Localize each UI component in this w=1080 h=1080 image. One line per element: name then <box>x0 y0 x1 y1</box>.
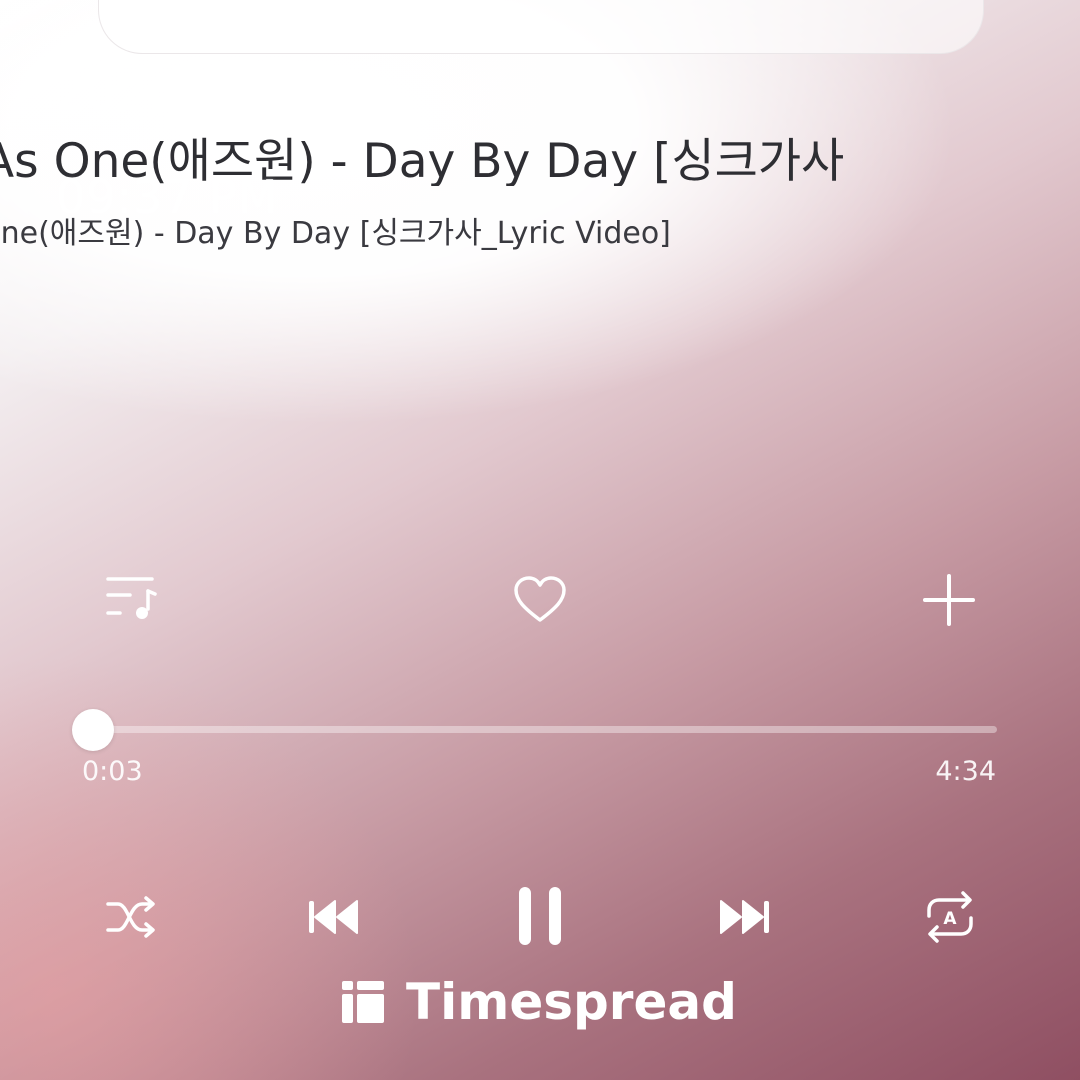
brand-name: Timespread <box>406 973 737 1031</box>
player-screen: As One(애즈원) - Day By Day [싱크가사 One(애즈원) … <box>0 0 1080 1080</box>
repeat-a-icon: A <box>927 891 973 943</box>
timestamp-date: 2026-06-15 <box>56 66 334 120</box>
timespread-logo-icon <box>342 981 384 1023</box>
plus-icon <box>923 574 975 626</box>
total-time: 4:34 <box>935 756 996 787</box>
svg-text:A: A <box>943 909 957 929</box>
like-button[interactable] <box>510 572 570 628</box>
skip-previous-icon <box>309 900 358 934</box>
progress-bar[interactable] <box>93 726 997 733</box>
timestamp-time: 09:37 PM <box>56 170 279 224</box>
pause-button[interactable] <box>508 880 572 952</box>
top-card <box>98 0 984 54</box>
progress-thumb[interactable] <box>72 709 114 751</box>
previous-button[interactable] <box>304 892 362 942</box>
next-button[interactable] <box>716 892 774 942</box>
brand-watermark: Timespread <box>340 972 737 1032</box>
current-time: 0:03 <box>82 756 143 787</box>
shuffle-icon <box>106 896 155 938</box>
skip-next-icon <box>720 900 769 934</box>
lyrics-button[interactable] <box>100 570 162 626</box>
pause-icon <box>519 887 561 945</box>
shuffle-button[interactable] <box>102 892 160 942</box>
add-button[interactable] <box>920 572 978 628</box>
heart-icon <box>514 576 566 622</box>
lyrics-icon <box>106 577 157 619</box>
repeat-button[interactable]: A <box>920 888 980 946</box>
